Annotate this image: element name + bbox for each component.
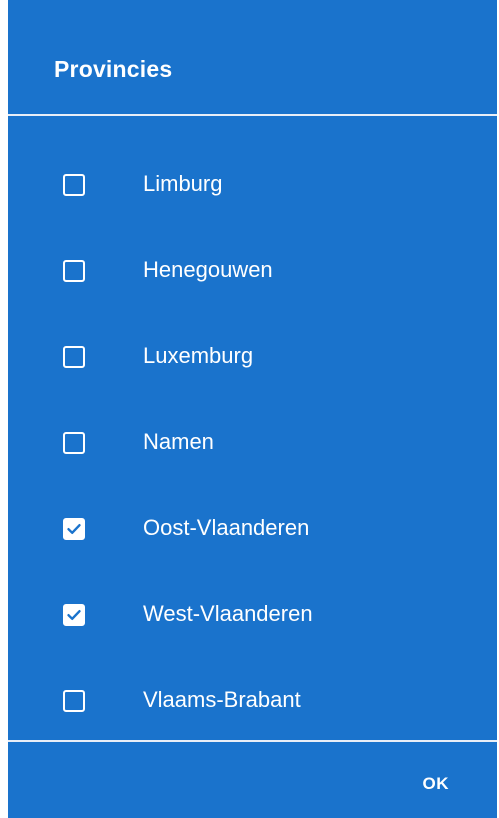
checkmark-icon (67, 610, 81, 620)
list-item-vlaams-brabant[interactable]: Vlaams-Brabant (8, 656, 497, 742)
list-item-label: Luxemburg (143, 343, 254, 368)
checkmark-icon (67, 524, 81, 534)
list-item-oost-vlaanderen[interactable]: Oost-Vlaanderen (8, 484, 497, 570)
dialog-title: Provincies (54, 56, 173, 82)
list-item-label: West-Vlaanderen (143, 601, 313, 626)
checkbox-unchecked-icon[interactable] (63, 432, 85, 454)
ok-button[interactable]: OK (423, 774, 450, 794)
list-item-label: Limburg (143, 171, 223, 196)
list-item-limburg[interactable]: Limburg (8, 140, 497, 226)
checkbox-checked-icon[interactable] (63, 518, 85, 540)
list-item-namen[interactable]: Namen (8, 398, 497, 484)
list-item-west-vlaanderen[interactable]: West-Vlaanderen (8, 570, 497, 656)
provinces-dialog: Provincies Limburg Henegouwen Luxemburg … (8, 0, 497, 818)
checkbox-unchecked-icon[interactable] (63, 260, 85, 282)
list-item-label: Vlaams-Brabant (143, 687, 301, 712)
checkbox-unchecked-icon[interactable] (63, 174, 85, 196)
checkbox-unchecked-icon[interactable] (63, 346, 85, 368)
title-divider (8, 114, 497, 116)
list-item-henegouwen[interactable]: Henegouwen (8, 226, 497, 312)
list-item-label: Henegouwen (143, 257, 273, 282)
list-item-label: Oost-Vlaanderen (143, 515, 310, 540)
list-item-luxemburg[interactable]: Luxemburg (8, 312, 497, 398)
footer-divider (8, 740, 497, 742)
checkbox-unchecked-icon[interactable] (63, 690, 85, 712)
checkbox-checked-icon[interactable] (63, 604, 85, 626)
list-item-label: Namen (143, 429, 214, 454)
